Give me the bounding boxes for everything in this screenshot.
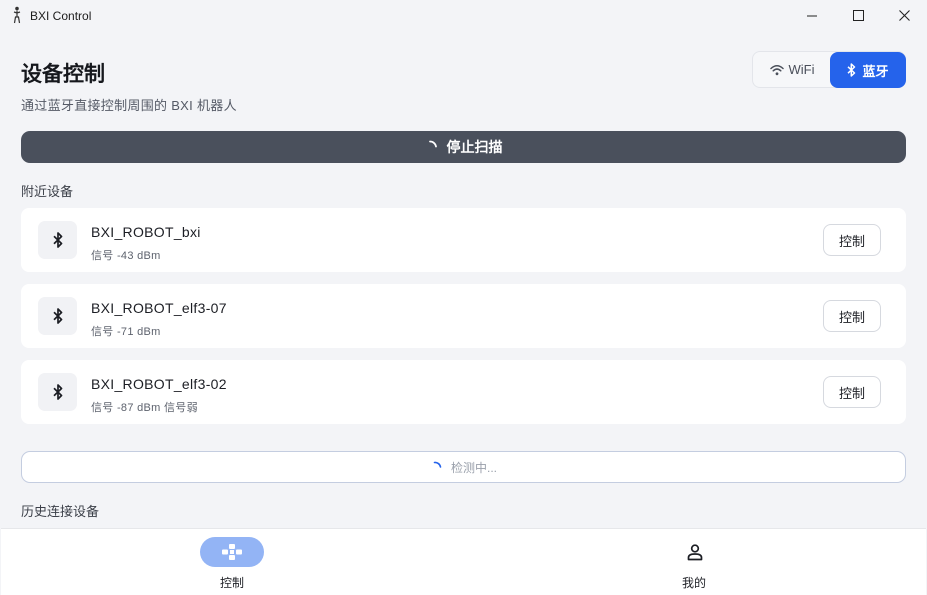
page-title: 设备控制 — [21, 63, 105, 86]
close-icon — [898, 10, 910, 21]
device-card: BXI_ROBOT_elf3-02 信号 -87 dBm 信号弱 控制 — [21, 360, 906, 424]
nearby-devices-heading: 附近设备 — [21, 184, 74, 199]
device-bluetooth-icon — [38, 373, 77, 411]
minimize-button[interactable] — [789, 0, 835, 31]
title-bar: BXI Control — [0, 0, 927, 31]
page-subtitle: 通过蓝牙直接控制周围的 BXI 机器人 — [21, 98, 237, 113]
wifi-mode-button[interactable]: WiFi — [756, 55, 828, 84]
bluetooth-mode-label: 蓝牙 — [862, 63, 889, 79]
maximize-button[interactable] — [835, 0, 881, 31]
device-card: BXI_ROBOT_elf3-07 信号 -71 dBm 控制 — [21, 284, 906, 348]
history-devices-heading: 历史连接设备 — [21, 504, 100, 519]
loading-spinner-icon — [428, 140, 437, 148]
nav-label-profile: 我的 — [681, 576, 706, 590]
detecting-button[interactable]: 检测中... — [21, 451, 906, 483]
loading-spinner-icon — [433, 461, 442, 468]
nav-item-control[interactable]: 控制 — [1, 529, 463, 595]
device-signal: 信号 -43 dBm — [91, 250, 161, 262]
device-signal: 信号 -71 dBm — [91, 326, 161, 338]
device-name: BXI_ROBOT_bxi — [91, 224, 201, 240]
device-bluetooth-icon — [38, 221, 77, 259]
maximize-icon — [852, 10, 864, 21]
detecting-label: 检测中... — [450, 460, 497, 475]
control-button[interactable]: 控制 — [823, 224, 881, 256]
app-logo-icon — [13, 6, 21, 24]
device-name: BXI_ROBOT_elf3-07 — [91, 300, 227, 316]
device-signal: 信号 -87 dBm 信号弱 — [91, 402, 198, 414]
control-button[interactable]: 控制 — [823, 300, 881, 332]
bluetooth-icon — [847, 63, 856, 77]
close-button[interactable] — [881, 0, 927, 31]
bluetooth-mode-button[interactable]: 蓝牙 — [830, 52, 906, 88]
stop-scan-label: 停止扫描 — [446, 139, 503, 155]
nav-item-profile[interactable]: 我的 — [463, 529, 925, 595]
device-card: BXI_ROBOT_bxi 信号 -43 dBm 控制 — [21, 208, 906, 272]
wifi-mode-label: WiFi — [788, 62, 815, 77]
window-title: BXI Control — [30, 9, 92, 23]
person-icon — [663, 537, 727, 567]
gamepad-icon — [200, 537, 264, 567]
control-button[interactable]: 控制 — [823, 376, 881, 408]
bottom-navigation: 控制 我的 — [1, 528, 926, 595]
stop-scan-button[interactable]: 停止扫描 — [21, 131, 906, 163]
nav-label-control: 控制 — [219, 576, 244, 590]
minimize-icon — [807, 15, 817, 16]
device-name: BXI_ROBOT_elf3-02 — [91, 376, 227, 392]
wifi-icon — [769, 64, 784, 75]
device-bluetooth-icon — [38, 297, 77, 335]
connection-mode-switch: WiFi 蓝牙 — [752, 51, 906, 88]
